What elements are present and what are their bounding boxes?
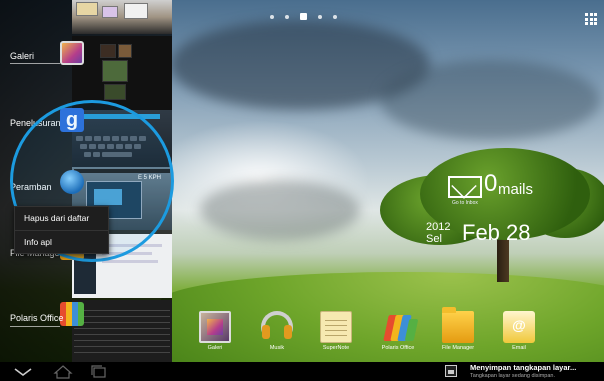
gallery-icon — [199, 311, 231, 343]
page-dot[interactable] — [333, 14, 337, 19]
polaris-office-icon — [382, 311, 419, 343]
page-dot[interactable] — [270, 14, 274, 19]
gallery-icon — [60, 41, 84, 65]
recent-apps-panel: Galeri g Penelusuran E 5 KPH Peramban Fi… — [0, 0, 174, 362]
folder-icon — [442, 307, 474, 343]
divider — [10, 63, 60, 64]
email-icon — [503, 311, 535, 343]
dock-polaris-office[interactable]: Polaris Office — [369, 311, 427, 351]
all-apps-button[interactable] — [585, 13, 597, 25]
notification-title[interactable]: Menyimpan tangkapan layar... — [470, 363, 576, 372]
dock-email[interactable]: Email — [490, 311, 548, 351]
dock-file-manager[interactable]: File Manager — [429, 307, 487, 351]
polaris-office-icon — [60, 302, 84, 326]
divider — [10, 326, 60, 327]
dock-label: Polaris Office — [381, 345, 415, 351]
back-chevron-icon[interactable] — [10, 364, 36, 379]
date-month-day: Feb 28 — [462, 220, 531, 245]
page-dot-home[interactable] — [300, 13, 307, 20]
dock-label: SuperNote — [322, 345, 350, 351]
home-icon[interactable] — [52, 364, 74, 379]
page-dot[interactable] — [285, 14, 289, 19]
supernote-icon — [320, 311, 352, 343]
recent-app-context-menu: Hapus dari daftar Info apl — [14, 206, 109, 254]
dock-gallery[interactable]: Galeri — [186, 311, 244, 351]
dock-label: Galeri — [207, 345, 223, 351]
screenshot-notification-icon[interactable] — [445, 365, 457, 377]
system-bar: Menyimpan tangkapan layar... Tangkapan l… — [0, 362, 604, 381]
envelope-icon — [448, 176, 482, 198]
mail-go-inbox[interactable]: Go to Inbox — [452, 200, 478, 206]
page-indicator — [270, 13, 337, 20]
notification-subtitle: Tangkapan layar sedang disimpan. — [470, 373, 556, 379]
dock-music[interactable]: Musik — [248, 311, 306, 351]
mail-count: 0 — [484, 170, 498, 197]
menu-item-remove-from-list[interactable]: Hapus dari daftar — [15, 207, 108, 230]
menu-item-app-info[interactable]: Info apl — [15, 230, 108, 253]
mail-widget[interactable]: 0 mails Go to Inbox — [448, 170, 598, 206]
dock-label: File Manager — [441, 345, 475, 351]
recent-label-gallery[interactable]: Galeri — [10, 51, 34, 61]
dock-label: Musik — [269, 345, 285, 351]
date-year: 2012 — [426, 221, 451, 233]
mail-label: mails — [498, 181, 534, 198]
recent-thumbnail-polaris-office[interactable] — [72, 300, 172, 362]
home-dock: Galeri Musik SuperNote Polaris Office Fi… — [186, 307, 586, 357]
dock-label: Email — [512, 345, 526, 351]
music-headphones-icon — [261, 311, 293, 343]
dock-supernote[interactable]: SuperNote — [307, 311, 365, 351]
recent-apps-icon[interactable] — [88, 364, 110, 379]
cloud — [200, 180, 360, 240]
recent-thumbnail[interactable] — [72, 0, 172, 34]
page-dot[interactable] — [318, 14, 322, 19]
date-weekday: Sel — [426, 233, 442, 245]
recent-label-polaris-office[interactable]: Polaris Office — [10, 313, 63, 323]
cloud — [380, 60, 600, 140]
